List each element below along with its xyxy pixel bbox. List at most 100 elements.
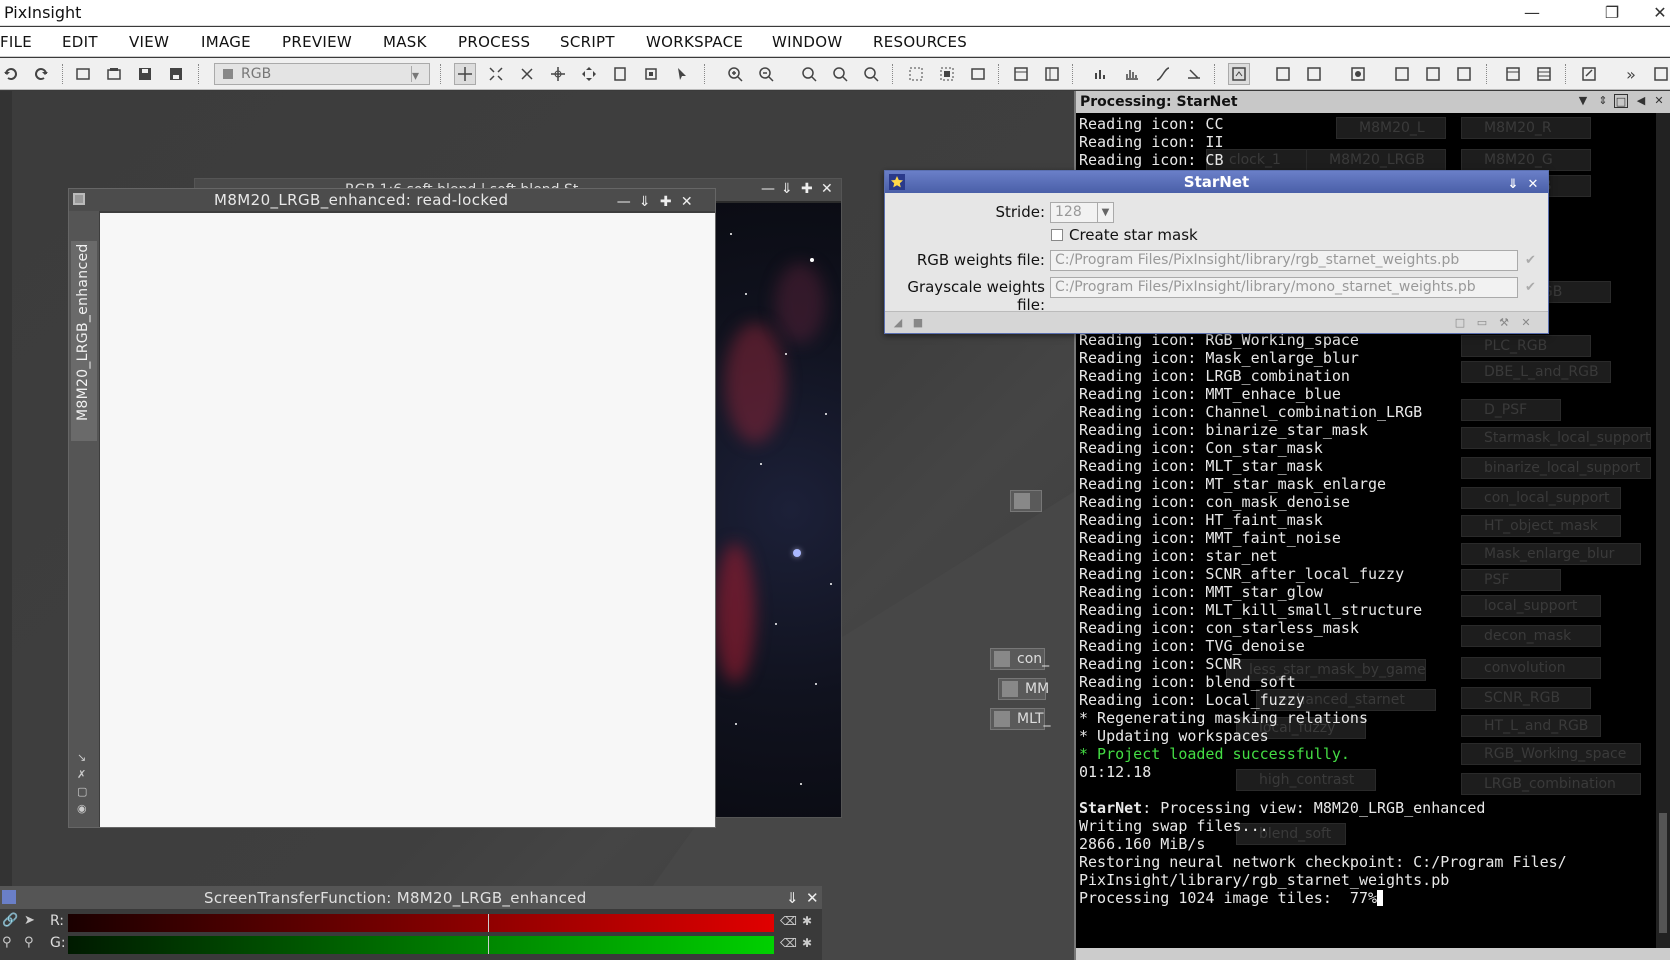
pointer-icon[interactable]: ➤ xyxy=(24,913,42,931)
undo-icon[interactable] xyxy=(0,63,22,85)
pointer-icon[interactable] xyxy=(671,63,693,85)
curves-icon[interactable] xyxy=(1152,63,1174,85)
red-channel-slider[interactable] xyxy=(68,914,774,932)
restore-window-button[interactable]: ❐ xyxy=(1592,0,1632,26)
reset-icon[interactable]: ⌫ xyxy=(780,936,797,950)
mask-remove-icon[interactable] xyxy=(1453,63,1475,85)
dock-left-icon[interactable]: ◀ xyxy=(1634,94,1648,108)
view-select[interactable]: RGB ▾ xyxy=(214,63,430,85)
close-window-button[interactable]: ✕ xyxy=(1640,0,1670,26)
reset-icon[interactable]: ✕ xyxy=(1519,316,1533,330)
auto-stretch-icon[interactable] xyxy=(1228,63,1250,85)
rgb-weights-input[interactable]: C:/Program Files/PixInsight/library/rgb_… xyxy=(1050,250,1518,271)
process-explorer-icon[interactable] xyxy=(1041,63,1063,85)
image-window-titlebar[interactable]: M8M20_LRGB_enhanced: read-locked — ⇓ ✚ ✕ xyxy=(69,189,715,211)
center-icon[interactable] xyxy=(547,63,569,85)
minimize-icon[interactable]: — xyxy=(616,191,632,213)
track-view-icon[interactable] xyxy=(1303,63,1325,85)
menu-window[interactable]: WINDOW xyxy=(772,33,842,51)
menu-image[interactable]: IMAGE xyxy=(201,33,251,51)
fit-icon[interactable]: ✗ xyxy=(77,768,91,782)
close-icon[interactable]: ✕ xyxy=(679,191,695,213)
open-icon[interactable] xyxy=(103,63,125,85)
link-icon[interactable]: 🔗 xyxy=(2,913,20,931)
menu-workspace[interactable]: WORKSPACE xyxy=(646,33,743,51)
zoom-out-icon[interactable] xyxy=(755,63,777,85)
scrollbar-thumb[interactable] xyxy=(1659,813,1667,933)
zoom-fit-icon[interactable] xyxy=(829,63,851,85)
menu-process[interactable]: PROCESS xyxy=(458,33,530,51)
process-icon[interactable]: MLT_ xyxy=(990,708,1051,730)
close-icon[interactable]: ✕ xyxy=(806,887,819,909)
menu-script[interactable]: SCRIPT xyxy=(560,33,615,51)
chevron-down-icon[interactable]: ▼ xyxy=(1576,94,1590,108)
preview-mode-icon[interactable] xyxy=(609,63,631,85)
identifier-icon[interactable]: ◉ xyxy=(77,802,91,816)
redo-icon[interactable] xyxy=(30,63,52,85)
stride-select[interactable]: 128 ▼ xyxy=(1050,202,1114,223)
settings-icon[interactable]: ✱ xyxy=(802,936,812,950)
menu-preview[interactable]: PREVIEW xyxy=(282,33,352,51)
view-tab[interactable]: M8M20_LRGB_enhanced xyxy=(71,241,97,441)
dock-icon[interactable] xyxy=(1650,63,1670,85)
shade-icon[interactable]: ⇓ xyxy=(637,191,653,213)
mask-enable-icon[interactable] xyxy=(1391,63,1413,85)
toolbar-overflow-icon[interactable]: » xyxy=(1620,63,1642,85)
menu-resources[interactable]: RESOURCES xyxy=(873,33,967,51)
zoom-1-1-icon[interactable] xyxy=(798,63,820,85)
full-screen-icon[interactable] xyxy=(967,63,989,85)
float-icon[interactable]: □ xyxy=(1614,94,1628,108)
apply-global-icon[interactable]: ■ xyxy=(911,316,925,330)
explorer-icon[interactable] xyxy=(1010,63,1032,85)
green-channel-slider[interactable] xyxy=(68,936,774,954)
starnet-dialog[interactable]: StarNet ⇓ ✕ Stride: 128 ▼ Create star mas… xyxy=(884,170,1549,334)
maximize-icon[interactable]: ✚ xyxy=(658,191,674,213)
move-icon[interactable] xyxy=(578,63,600,85)
save-as-icon[interactable] xyxy=(165,63,187,85)
reset-icon[interactable]: ⌫ xyxy=(780,914,797,928)
stf-titlebar[interactable]: ScreenTransferFunction: M8M20_LRGB_enhan… xyxy=(0,887,822,909)
window-menu-icon[interactable] xyxy=(73,193,85,205)
chevron-down-icon[interactable]: ▼ xyxy=(1097,203,1113,222)
readout-mode-icon[interactable] xyxy=(454,63,476,85)
close-icon[interactable]: ✕ xyxy=(1652,94,1666,108)
shade-icon[interactable]: ⇕ xyxy=(1596,94,1610,108)
drag-view-icon[interactable]: ↘ xyxy=(77,751,91,765)
maximize-icon[interactable]: ✚ xyxy=(801,181,813,197)
browse-docs-icon[interactable]: □ xyxy=(1453,316,1467,330)
wrench-icon[interactable]: ⚒ xyxy=(1497,316,1511,330)
shade-icon[interactable]: ⇓ xyxy=(1505,174,1521,196)
fit-view-icon[interactable] xyxy=(905,63,927,85)
edit-preview-icon[interactable] xyxy=(640,63,662,85)
close-icon[interactable]: ✕ xyxy=(1525,174,1541,196)
process-icon[interactable]: con_ xyxy=(990,648,1049,670)
histogram-icon[interactable] xyxy=(1121,63,1143,85)
stf-icon[interactable] xyxy=(1183,63,1205,85)
mask-invert-icon[interactable] xyxy=(1422,63,1444,85)
clone-icon[interactable]: ▢ xyxy=(77,785,91,799)
show-icons-icon[interactable] xyxy=(1502,63,1524,85)
chevron-down-icon[interactable]: ▾ xyxy=(411,66,427,84)
workspace-icon[interactable] xyxy=(1578,63,1600,85)
console-horizontal-scrollbar[interactable] xyxy=(1076,948,1670,960)
shade-icon[interactable]: ⇓ xyxy=(781,181,793,197)
settings-icon[interactable]: ✱ xyxy=(802,914,812,928)
fit-image-icon[interactable] xyxy=(936,63,958,85)
save-icon[interactable] xyxy=(134,63,156,85)
menu-mask[interactable]: MASK xyxy=(383,33,427,51)
menu-view[interactable]: VIEW xyxy=(129,33,169,51)
minimize-icon[interactable]: — xyxy=(761,181,775,197)
zoom-in-icon[interactable] xyxy=(724,63,746,85)
image-canvas[interactable] xyxy=(100,213,715,827)
create-star-mask-checkbox[interactable] xyxy=(1051,229,1063,241)
save-instance-icon[interactable]: ▭ xyxy=(1475,316,1489,330)
zoom-mode-icon[interactable] xyxy=(485,63,507,85)
statistics-icon[interactable] xyxy=(1090,63,1112,85)
zoom-window-icon[interactable] xyxy=(860,63,882,85)
menu-file[interactable]: FILE xyxy=(0,33,32,51)
star-field-image[interactable] xyxy=(715,203,841,817)
zoom-in-icon[interactable]: ⚲ xyxy=(24,935,42,953)
console-vertical-scrollbar[interactable] xyxy=(1656,113,1670,948)
mask-show-icon[interactable] xyxy=(1347,63,1369,85)
midtones-marker[interactable] xyxy=(488,936,489,954)
